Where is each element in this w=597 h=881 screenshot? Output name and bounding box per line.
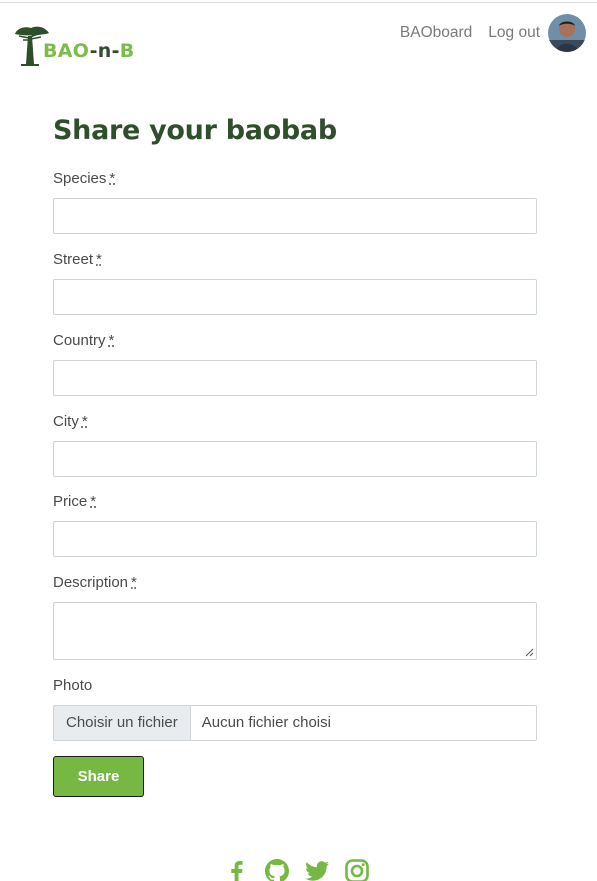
required-marker: * bbox=[131, 574, 137, 591]
logo[interactable]: BAO-n-B bbox=[11, 24, 141, 68]
required-marker: * bbox=[109, 170, 116, 187]
twitter-icon[interactable] bbox=[304, 858, 330, 881]
city-label: City * bbox=[53, 413, 88, 430]
choose-file-button[interactable]: Choisir un fichier bbox=[54, 706, 191, 740]
street-label: Street * bbox=[53, 251, 102, 268]
city-input[interactable] bbox=[53, 441, 537, 477]
street-input[interactable] bbox=[53, 279, 537, 315]
nav-baoboard-link[interactable]: BAOboard bbox=[400, 24, 472, 42]
price-input[interactable] bbox=[53, 521, 537, 557]
share-button[interactable]: Share bbox=[53, 756, 144, 797]
required-marker: * bbox=[90, 493, 97, 510]
required-marker: * bbox=[108, 332, 115, 349]
github-icon[interactable] bbox=[264, 858, 290, 881]
photo-file-input[interactable]: Choisir un fichier Aucun fichier choisi bbox=[53, 705, 537, 741]
file-status: Aucun fichier choisi bbox=[201, 714, 331, 731]
species-label: Species * bbox=[53, 170, 116, 187]
country-input[interactable] bbox=[53, 360, 537, 396]
top-nav: BAOboard Log out bbox=[400, 24, 540, 42]
social-links bbox=[224, 858, 370, 881]
description-label: Description * bbox=[53, 574, 137, 591]
facebook-icon[interactable] bbox=[224, 858, 250, 881]
photo-label: Photo bbox=[53, 677, 93, 694]
form-container: Share your baobab bbox=[53, 112, 537, 150]
instagram-icon[interactable] bbox=[344, 858, 370, 881]
price-label: Price * bbox=[53, 493, 97, 510]
resize-grip-icon[interactable] bbox=[525, 648, 534, 657]
description-textarea[interactable] bbox=[53, 602, 537, 660]
logo-text: BAO-n-B bbox=[43, 40, 135, 62]
top-border bbox=[0, 2, 597, 3]
species-input[interactable] bbox=[53, 198, 537, 234]
required-marker: * bbox=[96, 251, 102, 268]
required-marker: * bbox=[81, 413, 88, 430]
country-label: Country * bbox=[53, 332, 115, 349]
page-title: Share your baobab bbox=[53, 115, 337, 146]
user-avatar[interactable] bbox=[548, 14, 586, 52]
nav-logout-link[interactable]: Log out bbox=[488, 24, 540, 42]
